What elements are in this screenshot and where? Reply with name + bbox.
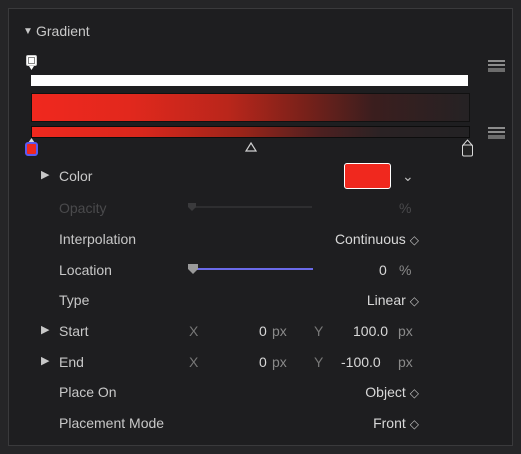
- collapse-triangle-icon[interactable]: ▼: [23, 23, 33, 41]
- end-y-value[interactable]: -100.0: [341, 353, 381, 371]
- gradient-presets-menu-icon[interactable]: [488, 60, 505, 74]
- section-title: Gradient: [36, 23, 90, 39]
- place-on-label: Place On: [59, 384, 117, 400]
- location-value[interactable]: 0: [379, 261, 387, 279]
- place-on-value: Object: [365, 384, 406, 400]
- stepper-icon: ◇: [409, 386, 419, 400]
- placement-mode-value: Front: [373, 415, 406, 431]
- end-y-label: Y: [314, 354, 324, 370]
- interpolation-value: Continuous: [334, 231, 406, 247]
- start-label: Start: [59, 323, 89, 339]
- midpoint-marker-icon[interactable]: [244, 139, 258, 152]
- color-presets-menu-icon[interactable]: [488, 127, 505, 141]
- location-unit: %: [399, 262, 412, 278]
- start-y-unit: px: [398, 323, 413, 339]
- interpolation-popup[interactable]: Continuous ◇: [335, 230, 419, 249]
- opacity-stop-icon[interactable]: [26, 55, 37, 73]
- opacity-slider[interactable]: [187, 202, 312, 212]
- start-y-label: Y: [314, 323, 324, 339]
- stepper-icon: ◇: [409, 417, 419, 431]
- end-label: End: [59, 354, 84, 370]
- gradient-preview: [31, 93, 470, 122]
- color-menu-chevron-icon[interactable]: ⌄: [402, 167, 414, 185]
- type-value: Linear: [366, 292, 406, 308]
- color-stop-icon[interactable]: [25, 137, 38, 157]
- location-label: Location: [59, 262, 112, 278]
- start-x-unit: px: [272, 323, 287, 339]
- place-on-popup[interactable]: Object ◇: [365, 383, 419, 402]
- color-expand-icon[interactable]: ▶: [41, 166, 49, 184]
- end-x-value[interactable]: 0: [259, 353, 267, 371]
- color-gradient-bar[interactable]: [31, 126, 470, 138]
- opacity-unit: %: [399, 200, 412, 216]
- end-y-unit: px: [398, 354, 413, 370]
- location-slider[interactable]: [187, 263, 313, 275]
- opacity-gradient-bar[interactable]: [31, 75, 468, 86]
- interpolation-label: Interpolation: [59, 231, 137, 247]
- stepper-icon: ◇: [409, 294, 419, 308]
- start-expand-icon[interactable]: ▶: [41, 321, 49, 339]
- type-label: Type: [59, 292, 90, 308]
- gradient-inspector-panel: ▼ Gradient ▶ Color ⌄ Opacity % Interpola…: [8, 8, 513, 446]
- placement-mode-popup[interactable]: Front ◇: [373, 414, 419, 433]
- color-swatch[interactable]: [344, 163, 391, 189]
- end-x-label: X: [189, 354, 199, 370]
- start-x-value[interactable]: 0: [259, 322, 267, 340]
- opacity-label: Opacity: [59, 200, 107, 216]
- end-expand-icon[interactable]: ▶: [41, 352, 49, 370]
- start-y-value[interactable]: 100.0: [353, 322, 388, 340]
- color-stop-end-icon[interactable]: [461, 139, 474, 158]
- color-label: Color: [59, 168, 93, 184]
- type-popup[interactable]: Linear ◇: [367, 291, 419, 310]
- end-x-unit: px: [272, 354, 287, 370]
- start-x-label: X: [189, 323, 199, 339]
- placement-mode-label: Placement Mode: [59, 415, 165, 431]
- stepper-icon: ◇: [409, 233, 419, 247]
